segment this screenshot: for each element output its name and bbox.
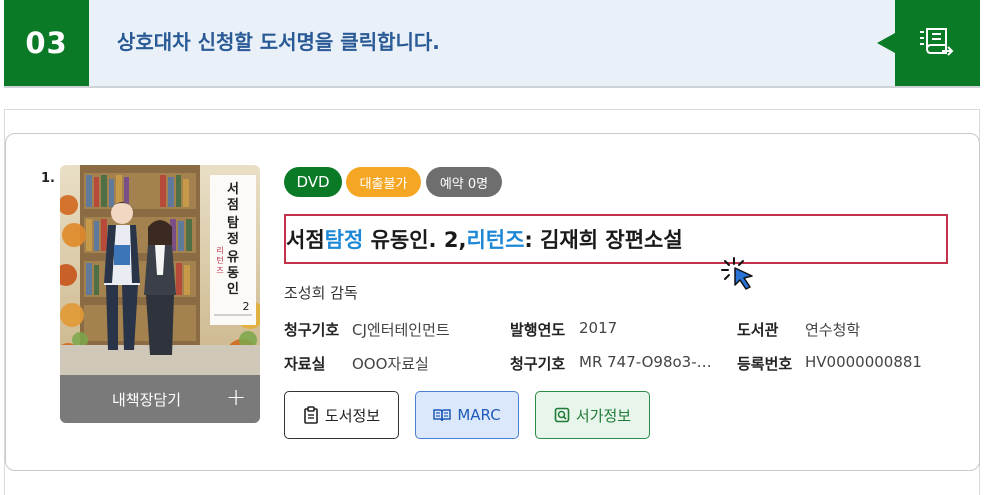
svg-text:인: 인 <box>227 281 239 297</box>
step-instruction-panel: 상호대차 신청할 도서명을 클릭합니다. <box>89 0 895 86</box>
shelf-info-button[interactable]: 서가정보 <box>535 391 650 439</box>
step-number: 03 <box>4 0 89 86</box>
marc-button[interactable]: MARC <box>415 391 519 439</box>
title-keyword-highlight: 탐정 <box>324 228 364 252</box>
registration-number-value: HV0000000881 <box>805 353 922 371</box>
book-info-label: 도서정보 <box>324 406 381 425</box>
title-part: : 김재희 장편소설 <box>524 228 683 252</box>
library-label: 도서관 <box>737 321 779 339</box>
publish-year-label: 발행연도 <box>510 321 566 339</box>
book-title-link[interactable]: 서점탐정 유동인. 2,리턴즈: 김재희 장편소설 <box>286 224 683 254</box>
svg-text:유: 유 <box>227 250 239 265</box>
svg-text:동: 동 <box>227 266 239 281</box>
book-info-button[interactable]: 도서정보 <box>284 391 399 439</box>
room-label: 자료실 <box>284 355 326 373</box>
reservation-badge: 예약 0명 <box>426 167 502 197</box>
loan-status-badge: 대출불가 <box>346 167 421 197</box>
svg-text:점: 점 <box>227 198 239 213</box>
call-number-value: CJ엔터테인먼트 <box>352 321 450 339</box>
click-cursor-icon <box>721 257 753 290</box>
clipboard-icon <box>304 406 318 424</box>
step-instruction: 상호대차 신청할 도서명을 클릭합니다. <box>117 30 440 54</box>
svg-text:2: 2 <box>243 300 250 313</box>
step-icon-box <box>895 0 980 86</box>
book-cover[interactable]: 서점 탐정 유동 인 리턴즈 2 내책장담기 + <box>60 165 260 423</box>
result-index: 1. <box>41 171 55 186</box>
book-cover-image: 서점 탐정 유동 인 리턴즈 2 <box>60 165 260 375</box>
step-header: 03 상호대차 신청할 도서명을 클릭합니다. <box>4 0 980 86</box>
plus-icon: + <box>226 383 247 411</box>
title-keyword-highlight: 리턴즈 <box>466 228 525 252</box>
registration-number-label: 등록번호 <box>737 355 793 373</box>
room-value: OOO자료실 <box>352 355 429 373</box>
add-to-shelf-button[interactable]: 내책장담기 + <box>60 375 260 423</box>
book-request-icon <box>919 28 953 56</box>
marc-label: MARC <box>457 406 501 424</box>
step-pointer-arrow <box>877 33 895 53</box>
format-badge: DVD <box>284 167 342 197</box>
title-part: 서점 <box>286 228 325 252</box>
add-to-shelf-label: 내책장담기 <box>112 391 182 409</box>
shelf-search-icon <box>554 407 570 423</box>
publish-year-value: 2017 <box>579 319 618 337</box>
title-part: 유동인. 2, <box>363 228 467 252</box>
call-number-value-2: MR 747-O98o3-… <box>579 353 712 371</box>
call-number-label-2: 청구기호 <box>510 355 566 373</box>
svg-text:정: 정 <box>227 231 239 247</box>
author: 조성희 감독 <box>284 284 358 302</box>
shelf-info-label: 서가정보 <box>575 406 632 425</box>
library-value: 연수청학 <box>805 321 861 339</box>
open-book-icon <box>433 409 452 422</box>
svg-text:리: 리 <box>216 246 223 255</box>
svg-text:턴: 턴 <box>216 255 223 265</box>
svg-text:탐: 탐 <box>227 215 239 231</box>
call-number-label: 청구기호 <box>284 321 340 339</box>
svg-text:서: 서 <box>227 182 239 197</box>
svg-text:즈: 즈 <box>216 266 223 275</box>
